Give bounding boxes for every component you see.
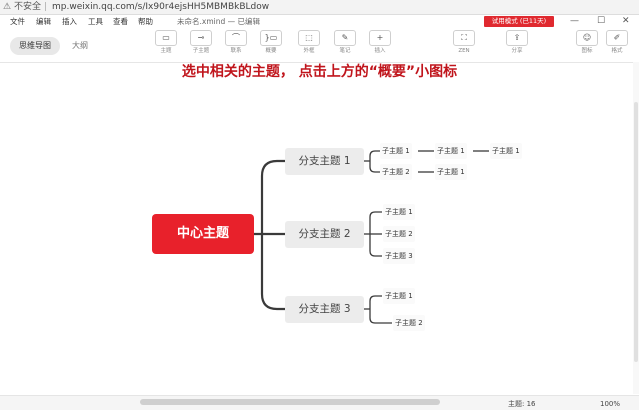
subtopic-node[interactable]: 子主题 1: [380, 143, 412, 159]
branch-topic-2[interactable]: 分支主题 2: [285, 221, 364, 248]
subtopic-node[interactable]: 子主题 3: [383, 248, 415, 264]
connector-lines: [252, 150, 489, 324]
branch-topic-3[interactable]: 分支主题 3: [285, 296, 364, 323]
vertical-scroll-thumb[interactable]: [634, 102, 638, 362]
subtopic-node[interactable]: 子主题 1: [435, 164, 467, 180]
subtopic-node[interactable]: 子主题 1: [383, 288, 415, 304]
vertical-scrollbar[interactable]: [633, 62, 639, 394]
subtopic-node[interactable]: 子主题 1: [383, 204, 415, 220]
horizontal-scrollbar[interactable]: [0, 395, 639, 410]
horizontal-scroll-thumb[interactable]: [140, 399, 440, 405]
subtopic-node[interactable]: 子主题 2: [393, 315, 425, 331]
branch-topic-1[interactable]: 分支主题 1: [285, 148, 364, 175]
subtopic-node[interactable]: 子主题 2: [383, 226, 415, 242]
subtopic-node[interactable]: 子主题 1: [435, 143, 467, 159]
subtopic-node[interactable]: 子主题 2: [380, 164, 412, 180]
topic-count: 主题: 16: [508, 400, 536, 408]
subtopic-node[interactable]: 子主题 1: [490, 143, 522, 159]
zoom-level[interactable]: 100%: [600, 400, 620, 409]
central-topic[interactable]: 中心主题: [152, 214, 254, 254]
